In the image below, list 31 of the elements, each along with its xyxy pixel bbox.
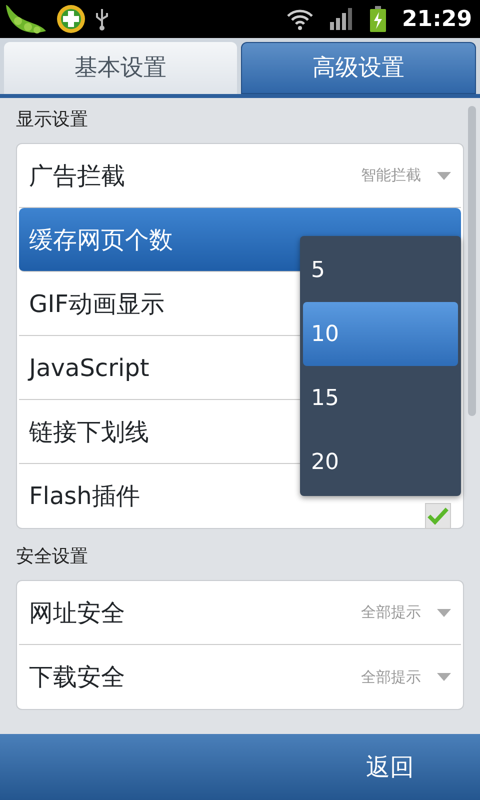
back-button[interactable]: 返回 (360, 748, 420, 786)
signal-icon (330, 8, 354, 30)
settings-row[interactable]: 下载安全 全部提示 (19, 645, 461, 709)
row-label: 广告拦截 (29, 160, 126, 192)
battery-charging-icon (370, 6, 386, 32)
row-value: 全部提示 (361, 666, 421, 688)
row-label: 网址安全 (29, 598, 126, 628)
plus-shield-icon (56, 4, 86, 34)
clock-time: 21:29 (402, 6, 472, 34)
checkbox[interactable] (425, 503, 451, 529)
section-title: 安全设置 (16, 545, 88, 569)
checkmark-icon (427, 507, 449, 525)
section-title: 显示设置 (16, 108, 88, 132)
dropdown-arrow-icon (437, 673, 451, 681)
row-value: 全部提示 (361, 602, 421, 624)
dropdown-arrow-icon (437, 608, 451, 616)
row-label: 下载安全 (29, 662, 126, 693)
wifi-icon (286, 8, 314, 30)
scrollbar[interactable] (468, 106, 476, 416)
dropdown-option[interactable]: 10 (303, 302, 458, 366)
row-label: GIF动画显示 (29, 288, 166, 320)
row-label: Flash插件 (29, 481, 141, 512)
tab[interactable]: 高级设置 (241, 42, 476, 94)
row-label: JavaScript (29, 352, 150, 384)
row-label: 链接下划线 (29, 416, 150, 448)
dropdown-arrow-icon (437, 172, 451, 180)
usb-icon (94, 7, 110, 31)
row-value: 智能拦截 (361, 165, 421, 186)
row-label: 缓存网页个数 (29, 224, 174, 256)
settings-row[interactable]: 网址安全 全部提示 (19, 581, 461, 645)
tab[interactable]: 基本设置 (4, 42, 237, 94)
